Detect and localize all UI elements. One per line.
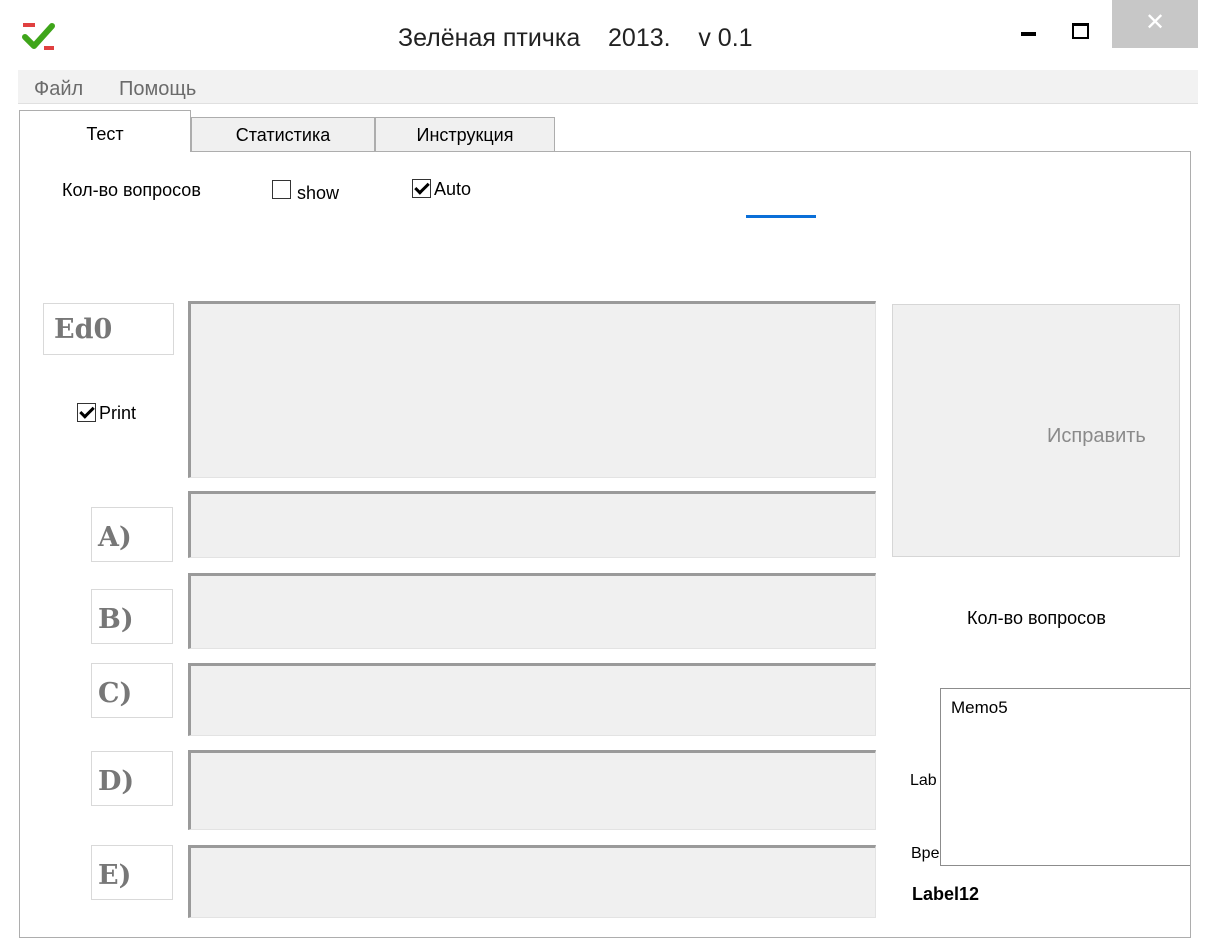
print-checkbox[interactable] <box>77 403 96 422</box>
answer-e-field[interactable] <box>188 845 876 918</box>
show-checkbox-label: show <box>297 183 340 203</box>
memo5-text: Memo5 <box>951 698 1008 717</box>
fix-button-label: Исправить <box>1047 425 1146 447</box>
progress-indicator <box>746 215 816 218</box>
minimize-button[interactable] <box>1005 0 1055 50</box>
close-icon: ✕ <box>1144 9 1166 36</box>
maximize-button[interactable] <box>1055 0 1105 50</box>
answer-b-label: B) <box>91 589 173 644</box>
maximize-icon <box>1072 23 1089 39</box>
question-text-field[interactable] <box>188 301 876 478</box>
menu-item-help[interactable]: Помощь <box>119 78 196 101</box>
questions-count-label: Кол-во вопросов <box>62 180 201 200</box>
window-title: Зелёная птичка 2013. v 0.1 <box>398 24 753 52</box>
time-label: Вре <box>911 845 940 862</box>
title-bar: Зелёная птичка 2013. v 0.1 ✕ <box>0 0 1208 70</box>
minimize-icon <box>1021 32 1036 36</box>
auto-checkbox-label: Auto <box>434 179 472 199</box>
answer-d-field[interactable] <box>188 750 876 830</box>
print-checkbox-label: Print <box>99 403 137 423</box>
fix-button[interactable]: Исправить <box>892 304 1180 557</box>
answer-a-label: A) <box>91 507 173 562</box>
label12: Label12 <box>912 884 980 904</box>
menu-item-file[interactable]: Файл <box>34 78 83 101</box>
side-questions-count-label: Кол-во вопросов <box>967 608 1106 628</box>
answer-c-label: C) <box>91 663 173 718</box>
tab-statistics[interactable]: Статистика <box>191 117 375 151</box>
auto-checkbox[interactable] <box>412 179 431 198</box>
answer-e-label: E) <box>91 845 173 900</box>
app-checkmark-icon <box>22 23 55 50</box>
show-checkbox[interactable] <box>272 180 291 199</box>
tab-instructions[interactable]: Инструкция <box>375 117 555 151</box>
close-button[interactable]: ✕ <box>1112 0 1198 48</box>
answer-b-field[interactable] <box>188 573 876 649</box>
menu-bar: Файл Помощь <box>18 70 1198 104</box>
tab-test[interactable]: Тест <box>19 110 191 152</box>
partial-label: Lab <box>910 772 937 789</box>
answer-a-field[interactable] <box>188 491 876 558</box>
answer-c-field[interactable] <box>188 663 876 736</box>
editor-index-label: Ed0 <box>43 303 174 355</box>
memo5-textarea[interactable]: Memo5 <box>940 688 1190 866</box>
answer-d-label: D) <box>91 751 173 806</box>
